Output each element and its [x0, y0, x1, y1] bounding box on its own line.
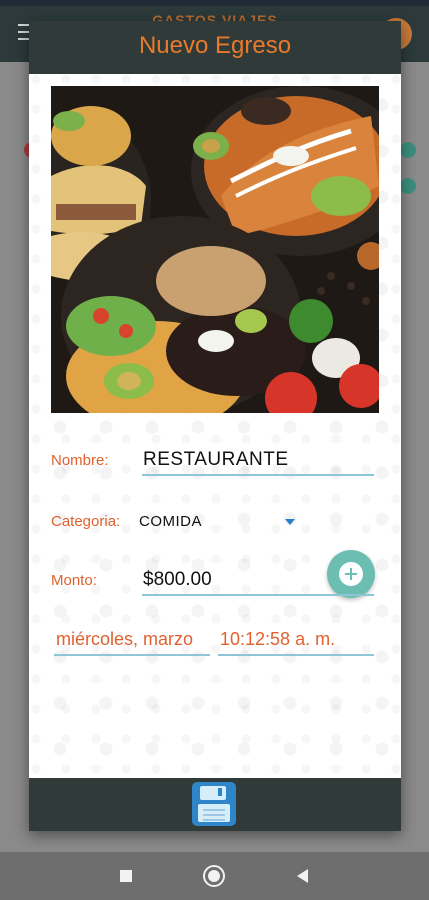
- home-button[interactable]: [204, 866, 224, 886]
- nombre-label: Nombre:: [51, 452, 109, 469]
- nombre-input[interactable]: RESTAURANTE: [143, 449, 289, 471]
- nombre-underline: [142, 474, 374, 476]
- hora-underline: [218, 654, 374, 656]
- new-expense-dialog: Nuevo Egreso Nombre: RESTAURANTE Categor…: [29, 21, 401, 831]
- dialog-body: Nombre: RESTAURANTE Categoria: COMIDA Mo…: [29, 74, 401, 778]
- monto-input[interactable]: $800.00: [143, 569, 212, 591]
- fecha-underline: [54, 654, 210, 656]
- circle-icon: [208, 870, 220, 882]
- back-triangle-icon: [296, 869, 308, 883]
- monto-underline: [142, 594, 374, 596]
- save-button[interactable]: [192, 782, 236, 826]
- system-nav-bar: [0, 852, 429, 900]
- dialog-header: Nuevo Egreso: [29, 21, 401, 74]
- recents-button[interactable]: [116, 866, 136, 886]
- dialog-footer: [29, 778, 401, 831]
- back-button[interactable]: [292, 866, 312, 886]
- categoria-select[interactable]: COMIDA: [139, 513, 202, 530]
- chevron-down-icon[interactable]: [285, 519, 295, 525]
- fecha-picker[interactable]: miércoles, marzo: [56, 629, 193, 650]
- add-category-button[interactable]: [327, 550, 375, 598]
- food-photo-image: [51, 86, 379, 413]
- add-circle-icon: [339, 562, 363, 586]
- monto-label: Monto:: [51, 572, 97, 589]
- categoria-label: Categoria:: [51, 513, 121, 530]
- background-item-icon: [400, 142, 416, 158]
- dialog-title: Nuevo Egreso: [138, 32, 292, 59]
- square-icon: [120, 870, 132, 882]
- background-item-icon: [400, 178, 416, 194]
- expense-photo[interactable]: [51, 86, 379, 413]
- hora-picker[interactable]: 10:12:58 a. m.: [220, 629, 335, 650]
